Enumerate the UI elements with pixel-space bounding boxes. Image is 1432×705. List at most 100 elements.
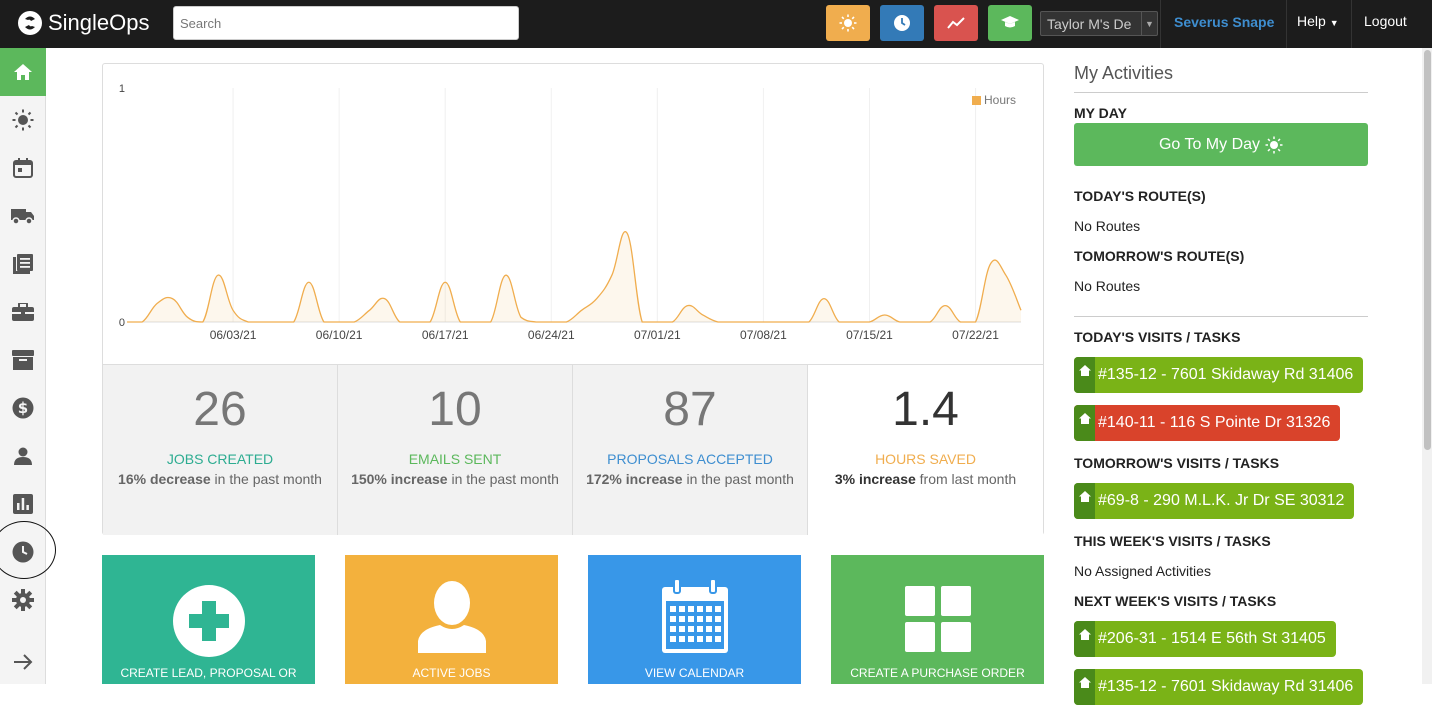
stat-change: 172% increase in the past month — [585, 469, 795, 489]
page-scrollbar-thumb[interactable] — [1424, 50, 1431, 450]
home-icon — [1074, 669, 1095, 705]
visit-item[interactable]: #140-11 - 116 S Pointe Dr 31326 — [1074, 405, 1341, 441]
sidebar-item-home[interactable] — [0, 48, 46, 96]
help-label: Help — [1297, 13, 1326, 29]
stat-label: HOURS SAVED — [875, 451, 976, 467]
sidebar-item-my-day[interactable] — [0, 96, 46, 144]
legend-label: Hours — [984, 93, 1016, 107]
stat-change-pct: 3% increase — [834, 471, 916, 487]
training-button[interactable] — [988, 5, 1032, 41]
top-navbar: SingleOps Taylor M's De ▼ Severus Snape … — [0, 0, 1432, 48]
caret-down-icon: ▼ — [1329, 18, 1339, 28]
person-icon — [417, 581, 486, 653]
this-week-empty: No Assigned Activities — [1074, 563, 1211, 579]
x-tick-label: 06/10/21 — [316, 328, 363, 342]
singleops-logo[interactable]: SingleOps — [16, 9, 150, 37]
tomorrows-routes-empty: No Routes — [1074, 278, 1141, 294]
my-day-button[interactable] — [826, 5, 870, 41]
time-clock-button[interactable] — [880, 5, 924, 41]
purchase-order-tile[interactable]: CREATE A PURCHASE ORDER — [831, 555, 1044, 684]
visit-label: #69-8 - 290 M.L.K. Jr Dr SE 30312 — [1098, 492, 1345, 509]
sidebar-item-calendar[interactable] — [0, 144, 46, 192]
stat-label: EMAILS SENT — [408, 451, 502, 467]
visit-label: #135-12 - 7601 Skidaway Rd 31406 — [1098, 366, 1354, 383]
reports-button[interactable] — [934, 5, 978, 41]
x-tick-label: 07/01/21 — [634, 328, 681, 342]
help-menu[interactable]: Help ▼ — [1297, 13, 1339, 29]
clock-icon — [894, 15, 910, 31]
sidebar-item-inventory[interactable] — [0, 336, 46, 384]
account-select[interactable]: Taylor M's De ▼ — [1040, 11, 1158, 36]
plot-area — [127, 88, 1021, 322]
svg-text:$: $ — [18, 399, 28, 417]
sidebar-item-jobs[interactable] — [0, 288, 46, 336]
sidebar-item-proposals[interactable] — [0, 240, 46, 288]
go-to-my-day-label: Go To My Day — [1158, 135, 1261, 153]
x-tick-label: 07/15/21 — [846, 328, 893, 342]
sidebar-item-settings[interactable] — [0, 576, 46, 624]
stat-change-pct: 172% increase — [586, 471, 683, 487]
hours-chart-svg: 06/03/21 06/10/21 06/17/21 06/24/21 07/01/21… — [119, 83, 1022, 342]
calendar-icon — [661, 579, 728, 653]
sun-icon — [12, 109, 34, 131]
stat-change: 16% decrease in the past month — [115, 469, 325, 489]
view-calendar-tile[interactable]: VIEW CALENDAR — [588, 555, 801, 684]
go-to-my-day-button[interactable]: Go To My Day — [1074, 123, 1368, 166]
tomorrows-routes-heading: TOMORROW'S ROUTE(S) — [1074, 248, 1245, 264]
documents-icon — [13, 254, 33, 274]
sidebar-item-crews[interactable] — [0, 192, 46, 240]
user-name-link[interactable]: Severus Snape — [1174, 14, 1274, 30]
y-tick-label: 0 — [119, 317, 125, 329]
active-jobs-tile-label: ACTIVE JOBS — [412, 666, 491, 680]
bar-chart-icon — [13, 494, 33, 514]
sidebar-item-clients[interactable] — [0, 432, 46, 480]
stats-row: 26 JOBS CREATED 16% decrease in the past m… — [103, 364, 1043, 535]
my-day-heading: MY DAY — [1074, 105, 1127, 121]
plus-circle-icon — [172, 585, 245, 657]
stat-value: 26 — [193, 383, 247, 436]
stat-value: 10 — [428, 383, 482, 436]
visit-item[interactable]: #135-12 - 7601 Skidaway Rd 31406 — [1074, 357, 1364, 393]
this-week-heading: THIS WEEK'S VISITS / TASKS — [1074, 533, 1271, 549]
stat-change: 150% increase in the past month — [350, 469, 560, 489]
x-tick-label: 07/22/21 — [952, 328, 999, 342]
search-input[interactable] — [173, 6, 519, 40]
stat-change-rest: in the past month — [210, 471, 322, 487]
stat-box: 87 PROPOSALS ACCEPTED 172% increase in the… — [573, 365, 808, 535]
visit-item[interactable]: #206-31 - 1514 E 56th St 31405 — [1074, 621, 1336, 657]
todays-visits-heading: TODAY'S VISITS / TASKS — [1074, 329, 1241, 345]
create-lead-tile-label: CREATE LEAD, PROPOSAL OR — [120, 666, 297, 680]
sidebar: $ — [0, 48, 46, 684]
legend-swatch — [972, 96, 981, 105]
sidebar-item-expand[interactable] — [0, 638, 46, 686]
visit-item[interactable]: #135-12 - 7601 Skidaway Rd 31406 — [1074, 669, 1364, 705]
logout-link[interactable]: Logout — [1364, 13, 1407, 29]
sun-icon — [839, 14, 857, 32]
create-lead-tile[interactable]: CREATE LEAD, PROPOSAL OR — [102, 555, 315, 684]
sidebar-item-billing[interactable]: $ — [0, 384, 46, 432]
active-jobs-tile[interactable]: ACTIVE JOBS — [345, 555, 558, 684]
stat-box: 26 JOBS CREATED 16% decrease in the past m… — [103, 365, 338, 535]
stat-value: 87 — [663, 383, 717, 436]
home-icon — [1074, 621, 1095, 657]
grid-icon — [904, 586, 971, 652]
dollar-icon: $ — [12, 397, 34, 419]
calendar-icon — [13, 158, 33, 178]
graduation-cap-icon — [1001, 16, 1019, 28]
y-tick-label: 1 — [119, 83, 125, 95]
stat-change-pct: 16% decrease — [118, 471, 211, 487]
stat-change-rest: in the past month — [447, 471, 559, 487]
chevron-down-icon: ▼ — [1141, 12, 1157, 35]
stat-change: 3% increase from last month — [820, 469, 1031, 489]
view-calendar-tile-label: VIEW CALENDAR — [644, 666, 745, 680]
gear-icon — [12, 589, 34, 611]
sun-icon — [1265, 136, 1283, 153]
singleops-logo-icon — [18, 11, 42, 35]
arrow-right-icon — [14, 654, 33, 670]
stat-box: 10 EMAILS SENT 150% increase in the past m… — [338, 365, 573, 535]
stat-change-pct: 150% increase — [351, 471, 448, 487]
tomorrows-visits-heading: TOMORROW'S VISITS / TASKS — [1074, 455, 1280, 471]
stat-change-rest: in the past month — [682, 471, 794, 487]
purchase-order-tile-label: CREATE A PURCHASE ORDER — [850, 666, 1025, 680]
visit-item[interactable]: #69-8 - 290 M.L.K. Jr Dr SE 30312 — [1074, 483, 1355, 519]
